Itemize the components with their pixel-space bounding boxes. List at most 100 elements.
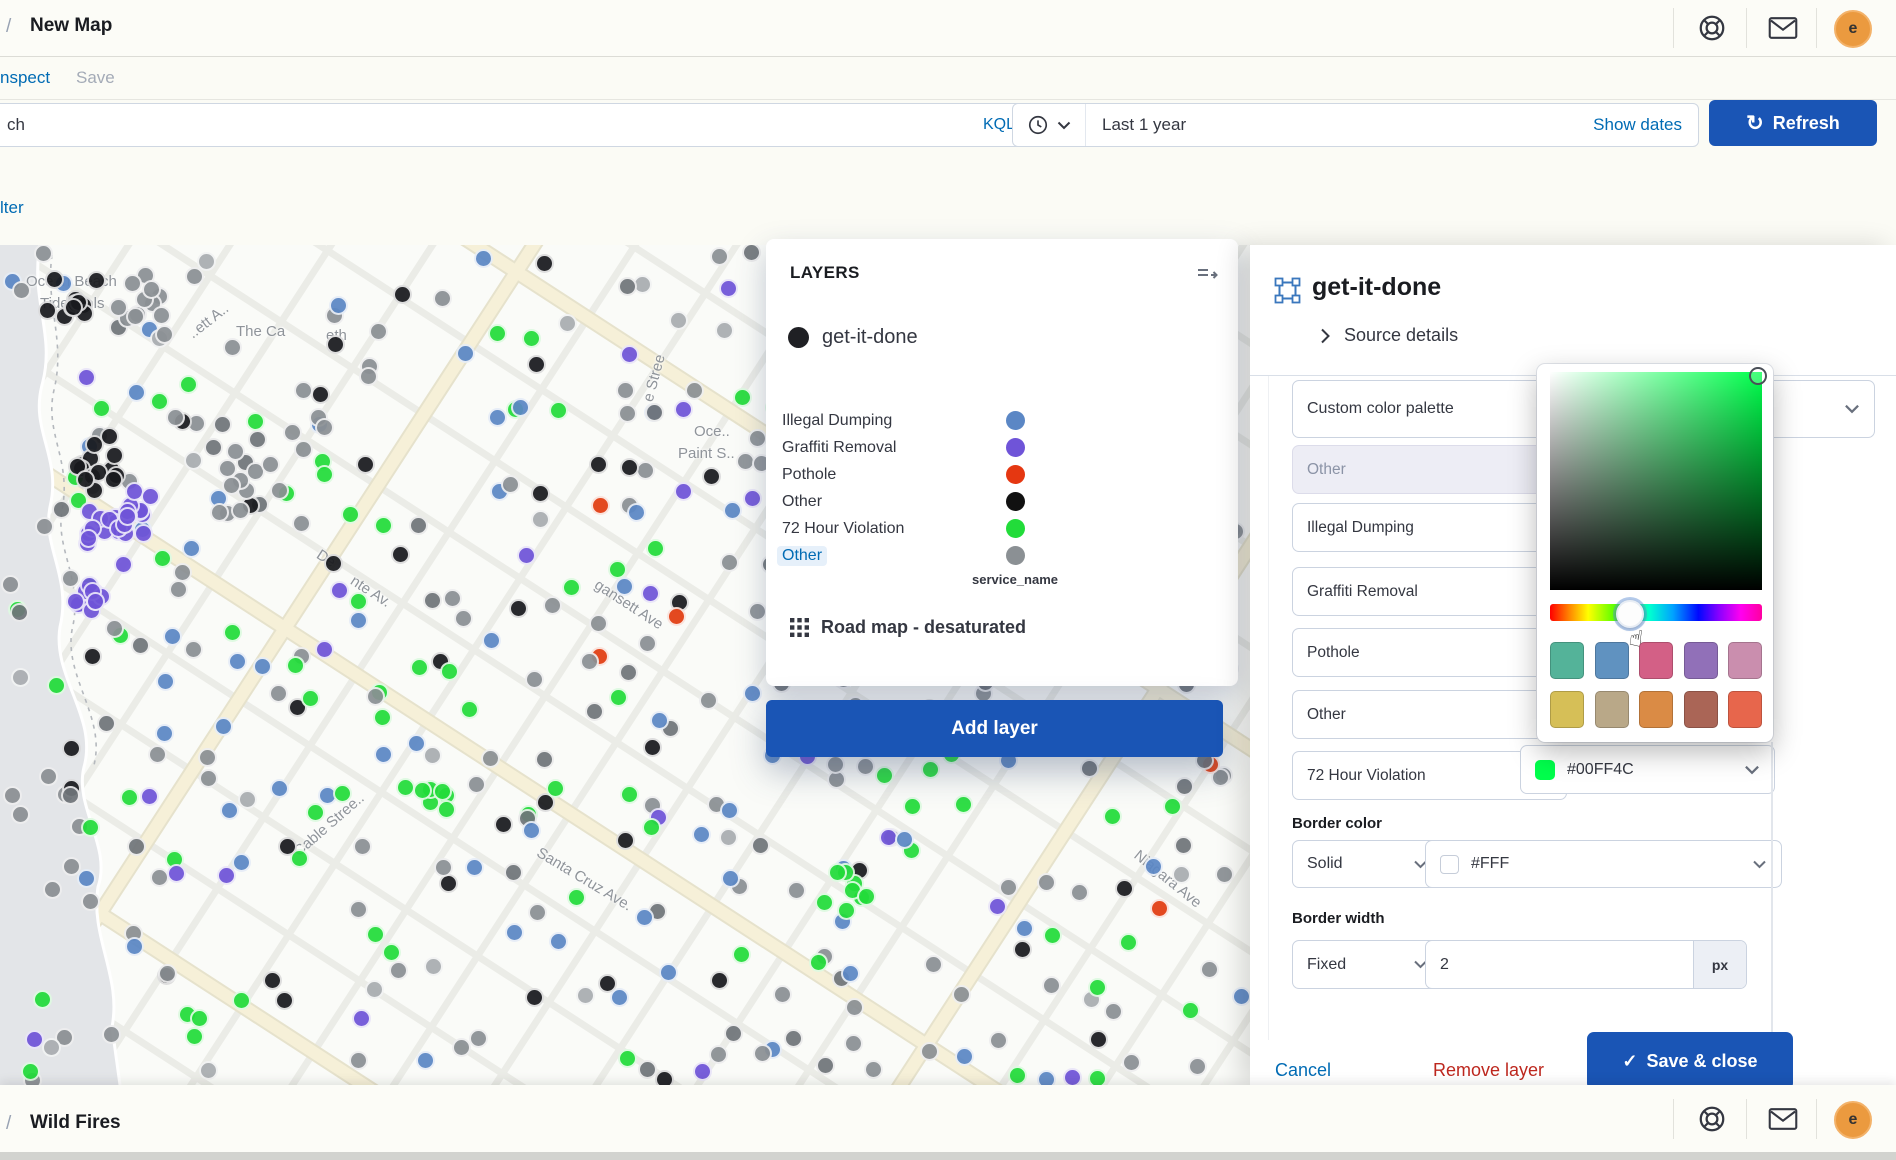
map-dot: [674, 482, 693, 501]
map-dot: [527, 355, 546, 374]
map-dot: [140, 787, 159, 806]
saturation-value-area[interactable]: [1550, 372, 1762, 590]
category-input[interactable]: Illegal Dumping: [1292, 503, 1567, 552]
help-icon[interactable]: [1697, 1104, 1727, 1134]
map-dot: [278, 837, 297, 856]
legend-label[interactable]: Other: [777, 546, 827, 566]
map-dot: [407, 734, 426, 753]
divider: [1673, 8, 1674, 48]
map-dot: [589, 614, 608, 633]
time-quick-menu[interactable]: [1013, 104, 1086, 146]
category-input[interactable]: Pothole: [1292, 628, 1567, 677]
category-color-select[interactable]: #00FF4C: [1520, 745, 1775, 794]
map-dot: [719, 279, 738, 298]
color-swatch-button[interactable]: [1639, 642, 1673, 679]
color-swatch-button[interactable]: [1550, 642, 1584, 679]
border-style-value: Solid: [1307, 855, 1343, 873]
map-dot: [674, 400, 693, 419]
color-swatch-button[interactable]: [1639, 691, 1673, 728]
map-dot: [155, 325, 174, 344]
map-dot: [166, 408, 185, 427]
map-dot: [999, 878, 1018, 897]
mail-icon[interactable]: [1768, 15, 1798, 41]
map-dot: [10, 603, 29, 622]
map-dot: [615, 577, 634, 596]
remove-layer-button[interactable]: Remove layer: [1433, 1060, 1544, 1081]
hue-slider[interactable]: [1550, 604, 1762, 621]
color-swatch-button[interactable]: [1550, 691, 1584, 728]
scrollbar[interactable]: [1771, 742, 1773, 1040]
saturation-handle[interactable]: [1749, 367, 1767, 385]
help-icon[interactable]: [1697, 13, 1727, 43]
map-dot: [62, 739, 81, 758]
map-dot: [988, 897, 1007, 916]
save-menu-item[interactable]: Save: [76, 68, 115, 88]
category-input[interactable]: Other: [1292, 690, 1567, 739]
color-swatch-button[interactable]: [1595, 691, 1629, 728]
map-dot: [127, 837, 146, 856]
map-dot: [261, 455, 280, 474]
category-input[interactable]: Graffiti Removal: [1292, 567, 1567, 616]
legend-color-dot: [1006, 546, 1025, 565]
map-dot: [349, 900, 368, 919]
map-dot: [543, 596, 562, 615]
refresh-button[interactable]: ↻ Refresh: [1709, 100, 1877, 146]
map-dot: [589, 455, 608, 474]
color-swatch-button[interactable]: [1684, 691, 1718, 728]
map-dot: [641, 584, 660, 603]
map-dot: [353, 837, 372, 856]
save-and-close-button[interactable]: ✓ Save & close: [1587, 1032, 1793, 1085]
map-dot: [719, 828, 738, 847]
color-swatch-button[interactable]: [1728, 691, 1762, 728]
collapse-layers-icon[interactable]: [1196, 265, 1218, 285]
map-dot: [1080, 759, 1099, 778]
map-dot: [954, 795, 973, 814]
layer-color-dot: [788, 327, 809, 348]
inspect-menu-item[interactable]: nspect: [0, 68, 50, 88]
source-details-accordion[interactable]: Source details: [1320, 325, 1458, 346]
add-filter-link[interactable]: lter: [0, 198, 24, 218]
color-picker-popover: ☝: [1537, 364, 1773, 742]
category-input[interactable]: Other: [1292, 445, 1567, 494]
add-layer-button[interactable]: Add layer: [766, 700, 1223, 757]
map-dot: [1175, 777, 1194, 796]
search-input[interactable]: ch KQL: [0, 103, 1030, 147]
time-range-value[interactable]: Last 1 year: [1086, 115, 1186, 135]
map-dot: [504, 863, 523, 882]
border-width-input[interactable]: 2 px: [1425, 940, 1747, 989]
color-swatch-button[interactable]: [1684, 642, 1718, 679]
border-style-select[interactable]: Solid: [1292, 840, 1443, 888]
map-dot: [1215, 865, 1234, 884]
user-avatar[interactable]: e: [1834, 1101, 1872, 1139]
width-mode-select[interactable]: Fixed: [1292, 940, 1443, 989]
map-dot: [488, 408, 507, 427]
basemap-layer-row[interactable]: Road map - desaturated: [790, 617, 1026, 638]
hue-slider-handle[interactable]: [1616, 600, 1644, 628]
cancel-button[interactable]: Cancel: [1275, 1060, 1331, 1081]
map-dot: [567, 888, 586, 907]
map-dot: [454, 609, 473, 628]
map-dot: [185, 267, 204, 286]
color-swatch-button[interactable]: [1728, 642, 1762, 679]
time-picker[interactable]: Last 1 year Show dates: [1012, 103, 1699, 147]
map-dot: [190, 1009, 209, 1028]
divider: [1816, 1099, 1817, 1139]
legend-field-name: service_name: [972, 572, 1058, 587]
legend-color-dot: [1006, 411, 1025, 430]
legend-label: Other: [782, 493, 822, 511]
layer-name[interactable]: get-it-done: [822, 326, 918, 349]
map-dot: [1188, 1057, 1207, 1076]
grid-icon: [790, 618, 809, 637]
map-dot: [1037, 1070, 1056, 1085]
mail-icon[interactable]: [1768, 1106, 1798, 1132]
swatch-row: [1550, 691, 1762, 728]
map-dot: [720, 801, 739, 820]
border-color-picker[interactable]: #FFF: [1425, 840, 1782, 888]
kql-button[interactable]: KQL: [983, 116, 1015, 134]
map-dot: [702, 467, 721, 486]
color-swatch-button[interactable]: [1595, 642, 1629, 679]
show-dates-button[interactable]: Show dates: [1593, 115, 1698, 135]
map-dot: [47, 676, 66, 695]
map-dot: [522, 821, 541, 840]
user-avatar[interactable]: e: [1834, 10, 1872, 48]
